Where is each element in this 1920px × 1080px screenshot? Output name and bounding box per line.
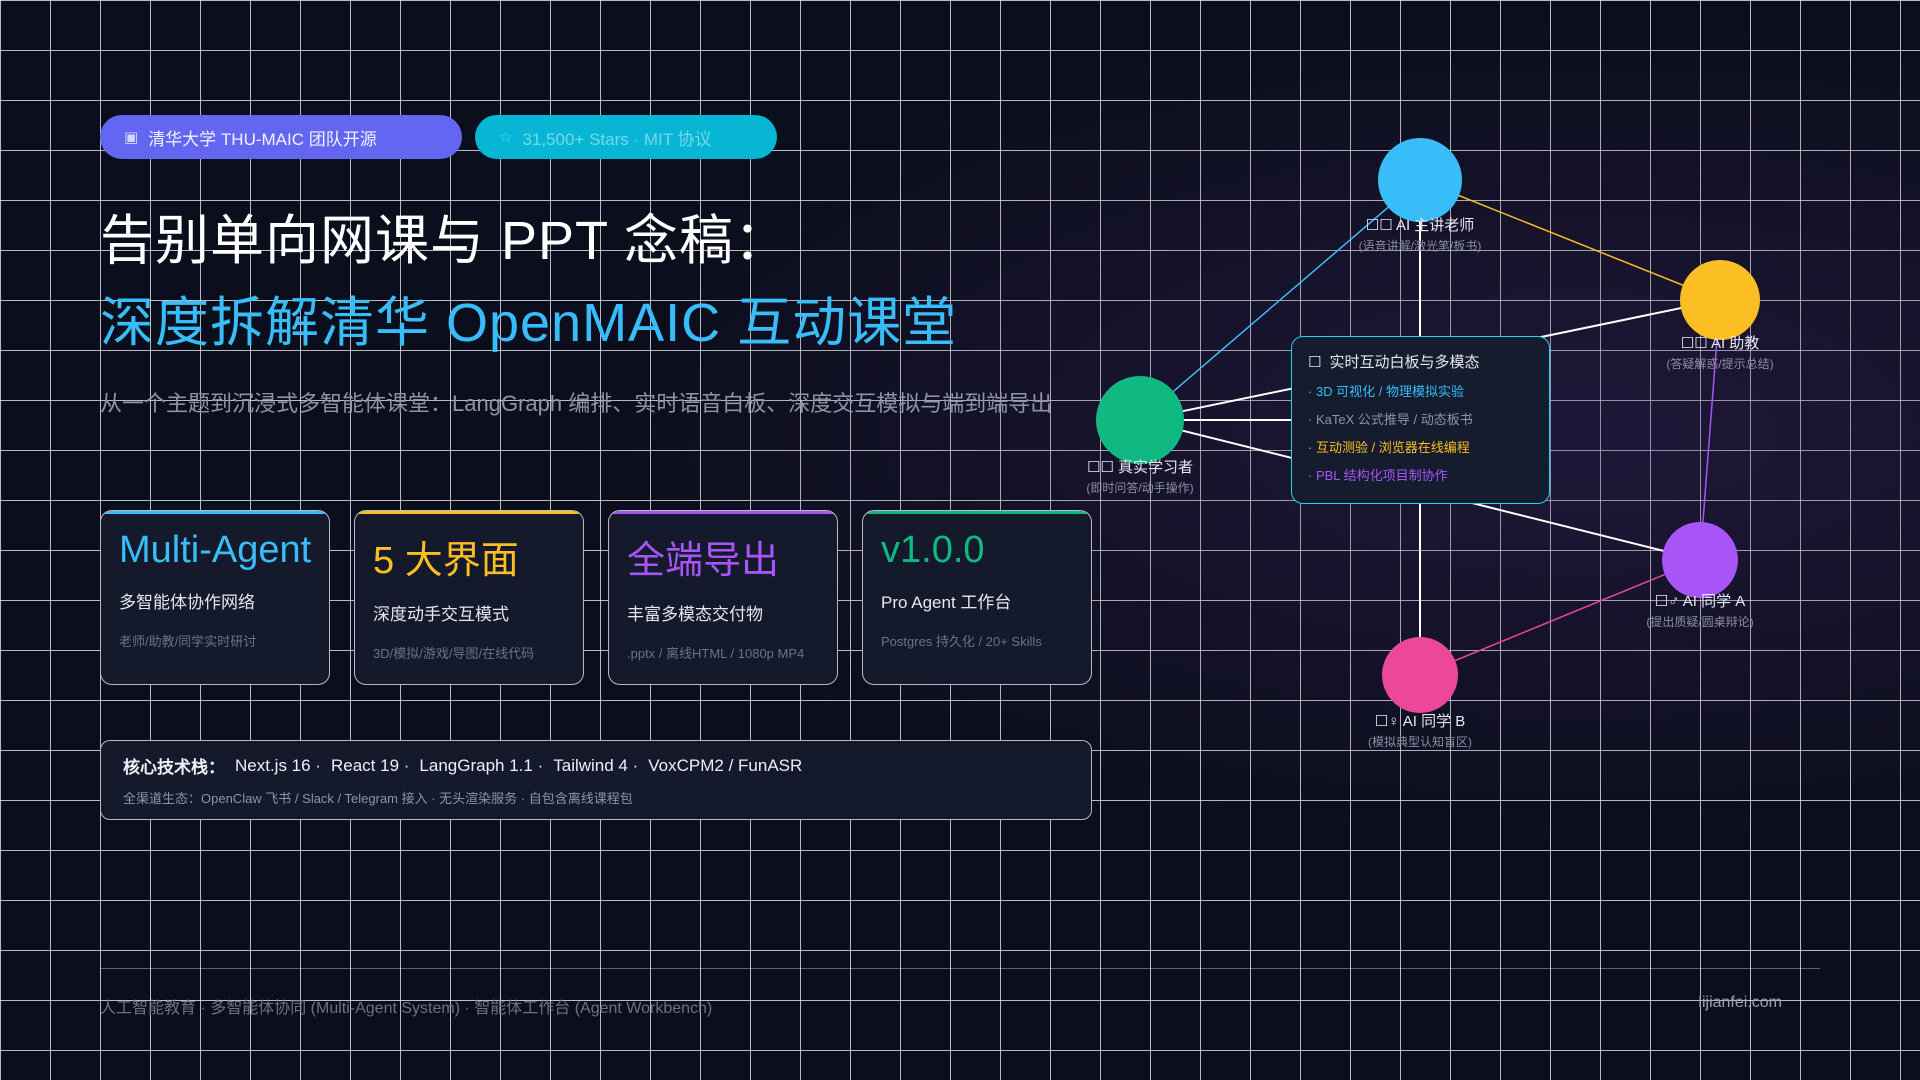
node-teacher xyxy=(1378,138,1462,222)
agent-network-diagram xyxy=(1096,138,1760,713)
male-peer-icon: ☐♂ xyxy=(1654,593,1683,610)
learner-icon: ☐☐ xyxy=(1086,459,1119,476)
whiteboard-item: · KaTeX 公式推导 / 动态板书 xyxy=(1308,412,1473,427)
whiteboard-item: · 互动测验 / 浏览器在线编程 xyxy=(1308,440,1470,455)
assistant-icon: ☐☐ xyxy=(1680,335,1711,352)
footer-divider xyxy=(100,968,1820,969)
node-label-peer-b: ☐♀ AI 同学 B (模拟典型认知盲区) xyxy=(1368,713,1472,749)
female-peer-icon: ☐♀ xyxy=(1374,713,1403,730)
node-learner xyxy=(1096,376,1184,464)
node-label-learner: ☐☐ 真实学习者 (即时问答/动手操作) xyxy=(1086,459,1194,495)
footer-tags: 人工智能教育 · 多智能体协同 (Multi-Agent System) · 智… xyxy=(100,1000,713,1017)
node-label-assistant: ☐☐ AI 助教 (答疑解惑/提示总结) xyxy=(1666,335,1774,371)
whiteboard-icon: ☐ xyxy=(1308,353,1322,371)
whiteboard-item: · 3D 可视化 / 物理模拟实验 xyxy=(1308,384,1465,399)
node-label-teacher: ☐☐ AI 主讲老师 (语音讲解/激光笔/板书) xyxy=(1358,217,1482,253)
footer-site-link[interactable]: lijianfei.com xyxy=(1698,994,1782,1012)
whiteboard-item: · PBL 结构化项目制协作 xyxy=(1308,468,1448,483)
teacher-icon: ☐☐ xyxy=(1365,217,1396,234)
whiteboard-panel: ☐ 实时互动白板与多模态 · 3D 可视化 / 物理模拟实验 · KaTeX 公式… xyxy=(1291,336,1550,504)
node-label-peer-a: ☐♂ AI 同学 A (提出质疑/圆桌辩论) xyxy=(1646,593,1754,629)
node-assistant xyxy=(1680,260,1760,340)
whiteboard-title: 实时互动白板与多模态 xyxy=(1329,354,1480,371)
node-peer-b xyxy=(1382,637,1458,713)
node-peer-a xyxy=(1662,522,1738,598)
